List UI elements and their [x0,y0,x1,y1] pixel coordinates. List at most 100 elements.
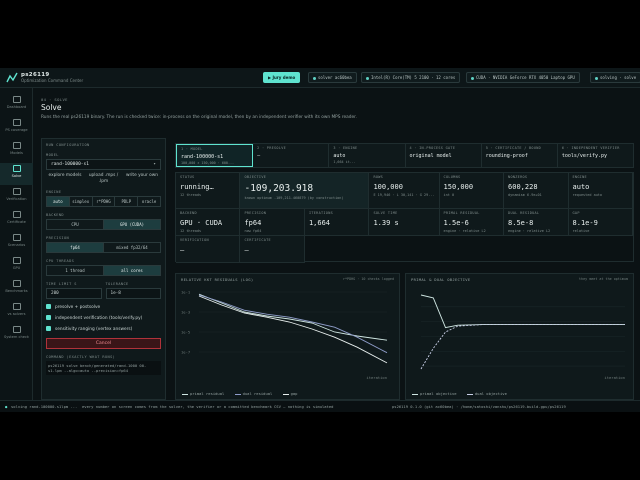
jury-demo-button[interactable]: ▶ Jury demo [263,72,301,83]
sidebar-item-dashboard[interactable]: Dashboard [0,94,33,116]
config-heading: RUN CONFIGURATION [46,143,90,147]
sidebar-item-benchmarks[interactable]: Benchmarks [0,278,33,300]
coverage-icon [12,119,21,126]
stat-key: DUAL RESIDUAL [508,211,540,215]
legend-label: dual residual [242,391,273,396]
step-model[interactable]: 1 · MODEL rand-100000-s1 100,000 × 150,000… [176,144,254,167]
engine-oracle[interactable]: oracle [138,197,160,206]
stat-value: 150,000 [443,183,474,191]
sidebar-item-label: Models [10,151,23,155]
checkbox-checked-icon [46,315,51,320]
status-spinner-icon: ● [5,404,8,409]
legend-label: gap [290,391,298,396]
step-number: 3 · ENGINE [333,146,358,150]
cpu-pill[interactable]: Intel(R) Core(TM) 5 2100 · 12 cores [361,72,461,83]
residuals-chart-title: RELATIVE KKT RESIDUALS (LOG) [181,277,254,282]
stat-sub: E 19,946 · L 30,141 · G 29... [373,193,435,197]
stat-sub: known optimum -109,211.460879 (by constr… [244,196,344,200]
status-dot-icon [595,76,598,80]
stat-value: 8.1e-9 [572,219,598,227]
presolve-checkbox[interactable]: presolve + postsolve [46,304,161,310]
stat-engine: ENGINE auto requested auto [568,173,633,209]
objective-chart: PRIMAL & DUAL OBJECTIVE they meet at the… [405,273,634,400]
sidebar: Dashboard PS coverage Models Solve Verif… [0,88,33,400]
model-select[interactable]: rand-100000-s1 [46,159,161,170]
step-certificate[interactable]: 5 · CERTIFICATE / BOUND rounding-proof [481,144,558,167]
stat-columns: COLUMNS 150,000 int 0 [439,173,505,209]
threads-one[interactable]: 1 thread [47,266,104,275]
solver-pill-label: solver ac60bea [318,75,352,80]
sidebar-item-label: Scenarios [7,243,26,247]
stat-key: OBJECTIVE [244,175,267,179]
independent-verification-checkbox[interactable]: independent verification (tools/verify.p… [46,315,161,321]
y-tick-label: 1e-7 [181,350,190,355]
certificate-icon [12,211,21,218]
sidebar-item-system-check[interactable]: System check [0,324,33,346]
step-value: rand-100000-s1 [181,154,224,160]
solver-pill[interactable]: solver ac60bea [308,72,357,83]
explore-models-link[interactable]: explore models [46,173,84,184]
backend-label: BACKEND [46,213,64,217]
tolerance-input[interactable]: 1e-8 [105,288,161,299]
step-number: 4 · IN-PROCESS GATE [409,146,456,150]
time-limit-input[interactable]: 200 [46,288,102,299]
stat-solve-time: SOLVE TIME 1.39 s [369,209,440,236]
cancel-button[interactable]: Cancel [46,338,161,349]
stat-sub: 12 threads [180,193,202,197]
stat-nonzeros: NONZEROS 600,228 dynamism 6.9e+01 [504,173,569,209]
sensitivity-ranging-checkbox[interactable]: sensitivity ranging (vertex answers) [46,326,161,332]
legend-swatch [282,393,289,395]
engine-auto[interactable]: auto [47,197,70,206]
step-in-process-gate[interactable]: 4 · IN-PROCESS GATE original model [405,144,482,167]
engine-pdlp[interactable]: PDLP [115,197,139,206]
sidebar-item-ps-coverage[interactable]: PS coverage [0,117,33,139]
step-independent-verifier[interactable]: 6 · INDEPENDENT VERIFIER tools/verify.py [557,144,634,167]
backend-cpu[interactable]: CPU [47,220,104,229]
stat-precision: PRECISION fp64 now fp64 [240,209,305,236]
step-value: auto [333,153,346,159]
step-presolve[interactable]: 2 · PRESOLVE — [253,144,330,167]
status-dot-icon [471,76,474,80]
stat-key: ROWS [373,175,384,179]
stat-sub: int 0 [443,193,455,197]
solving-pill[interactable]: solving · solve [590,72,640,83]
sidebar-item-gpu[interactable]: GPU [0,255,33,277]
stat-key: GAP [572,211,580,215]
legend-primal-objective: primal objective [412,391,457,396]
sidebar-item-verification[interactable]: Verification [0,186,33,208]
precision-fp64[interactable]: fp64 [47,243,104,252]
stat-key: STATUS [180,175,195,179]
stat-key: ITERATIONS [308,211,334,215]
series-line-dual-residual [198,294,388,354]
sidebar-item-label: Certificate [7,220,26,224]
command-preview: ps26119 solve bench/generated/rand-1000 … [46,361,161,375]
status-dot-icon [313,76,316,80]
engine-selector: auto simplex r*PDHG PDLP oracle [46,196,161,207]
sidebar-item-certificate[interactable]: Certificate [0,209,33,231]
backend-gpu[interactable]: GPU (CUDA) [104,220,160,229]
engine-simplex[interactable]: simplex [70,197,93,206]
engine-rpdhg[interactable]: r*PDHG [93,197,116,206]
legend-label: dual objective [474,391,507,396]
step-value: — [257,153,261,159]
stat-rows: ROWS 100,000 E 19,946 · L 30,141 · G 29... [369,173,440,209]
sidebar-item-scenarios[interactable]: Scenarios [0,232,33,254]
precision-mixed[interactable]: mixed fp32/64 [104,243,160,252]
sidebar-item-label: System check [3,335,30,339]
legend-primal-residual: primal residual [182,391,224,396]
upload-model-link[interactable]: upload .mps / .lpm [85,173,123,184]
run-configuration-panel: RUN CONFIGURATION MODEL rand-100000-s1 e… [41,138,166,400]
threads-selector: 1 thread all cores [46,265,161,276]
sidebar-item-solve[interactable]: Solve [0,163,33,185]
logo-icon [6,72,18,83]
status-bar: ● solving rand-100000-s1lpm ... every nu… [0,400,640,412]
stat-sub: engine · relative L2 [508,229,551,233]
write-model-link[interactable]: write your own [123,173,161,184]
stat-value: 8.5e-8 [508,219,534,227]
sidebar-item-models[interactable]: Models [0,140,33,162]
sidebar-item-vs-solvers[interactable]: vs solvers [0,301,33,323]
stat-iterations: ITERATIONS 1,664 [304,209,370,236]
step-engine[interactable]: 3 · ENGINE auto 1,664 it... [329,144,406,167]
threads-all[interactable]: all cores [104,266,160,275]
gpu-pill[interactable]: CUDA · NVIDIA GeForce RTX 4050 Laptop GP… [466,72,580,83]
